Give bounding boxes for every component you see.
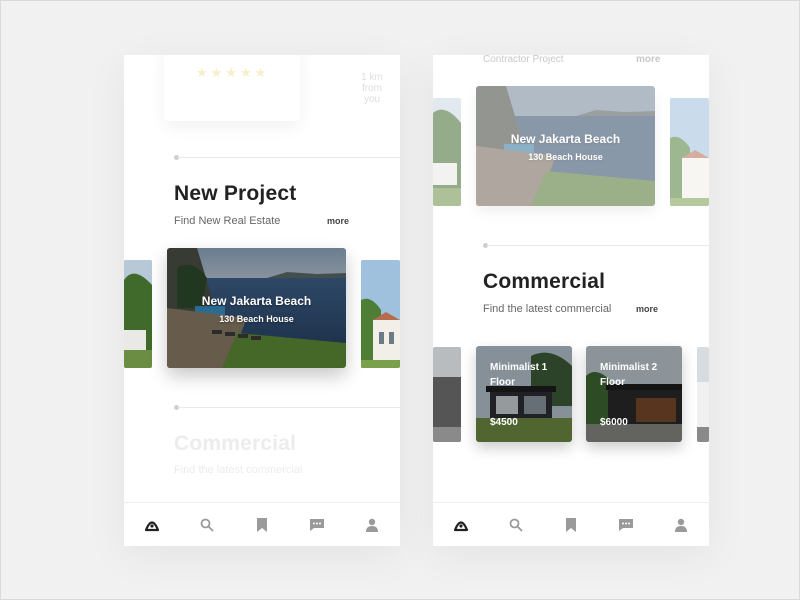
property-thumbnail[interactable] — [670, 98, 709, 206]
card-subtitle: 130 Beach House — [528, 152, 603, 162]
bottom-tab-bar — [124, 502, 400, 546]
section-title-commercial: Commercial — [483, 270, 606, 293]
tab-home[interactable] — [140, 513, 164, 537]
tab-saved[interactable] — [250, 513, 274, 537]
section-subtitle: Find the latest commercial — [483, 303, 612, 315]
profile-icon — [675, 518, 688, 532]
commercial-card-title: Minimalist 1 Floor — [490, 362, 548, 388]
phone-screen-right: Contractor Project more New Jakarta Beac… — [433, 55, 709, 546]
card-subtitle: 130 Beach House — [219, 314, 294, 324]
home-icon — [144, 520, 159, 531]
profile-icon — [366, 518, 379, 532]
chat-icon — [310, 518, 325, 531]
tab-search[interactable] — [504, 513, 528, 537]
section-subtitle: Find the latest commercial — [174, 464, 303, 476]
card-title: New Jakarta Beach — [510, 132, 621, 146]
commercial-card-price: $6000 — [600, 417, 628, 428]
commercial-card[interactable]: Minimalist 1 Floor $4500 — [476, 346, 572, 442]
section-title-contractor: Contractor Project — [483, 55, 564, 65]
section-title-commercial: Commercial — [174, 432, 297, 455]
section-subtitle: Find New Real Estate — [174, 215, 281, 227]
bookmark-icon — [565, 517, 576, 532]
commercial-card[interactable]: Minimalist 2 Floor $6000 — [586, 346, 682, 442]
property-card-featured[interactable]: New Jakarta Beach 130 Beach House — [476, 86, 655, 206]
section-divider — [487, 245, 709, 246]
tab-profile[interactable] — [669, 513, 693, 537]
property-thumbnail[interactable] — [433, 98, 461, 206]
phone-screen-left: ★★★★★ 1 km from you New Project Find New… — [124, 55, 400, 546]
section-divider — [178, 407, 400, 408]
search-icon — [509, 518, 523, 531]
chat-icon — [619, 518, 634, 531]
tab-home[interactable] — [449, 513, 473, 537]
search-icon — [200, 518, 214, 531]
tab-saved[interactable] — [559, 513, 583, 537]
more-link[interactable]: more — [327, 216, 349, 226]
rating-stars: ★★★★★ — [196, 65, 270, 80]
property-thumbnail[interactable] — [124, 260, 152, 368]
card-title: New Jakarta Beach — [201, 294, 312, 308]
commercial-card-title: Minimalist 2 Floor — [600, 362, 658, 388]
property-photo — [167, 248, 346, 368]
property-thumbnail[interactable] — [433, 347, 461, 442]
review-card[interactable]: ★★★★★ — [164, 55, 300, 121]
property-photo — [476, 86, 655, 206]
more-link[interactable]: more — [636, 304, 658, 314]
property-thumbnail[interactable] — [697, 347, 709, 442]
bottom-tab-bar — [433, 502, 709, 546]
commercial-card-price: $4500 — [490, 417, 518, 428]
bookmark-icon — [256, 517, 267, 532]
property-card-featured[interactable]: New Jakarta Beach 130 Beach House — [167, 248, 346, 368]
tab-profile[interactable] — [360, 513, 384, 537]
section-divider — [178, 157, 400, 158]
property-thumbnail[interactable] — [361, 260, 400, 368]
tab-messages[interactable] — [614, 513, 638, 537]
more-link[interactable]: more — [636, 55, 660, 65]
home-icon — [453, 520, 468, 531]
distance-label: 1 km from you — [361, 72, 383, 105]
section-title-new-project: New Project — [174, 182, 297, 205]
tab-messages[interactable] — [305, 513, 329, 537]
tab-search[interactable] — [195, 513, 219, 537]
